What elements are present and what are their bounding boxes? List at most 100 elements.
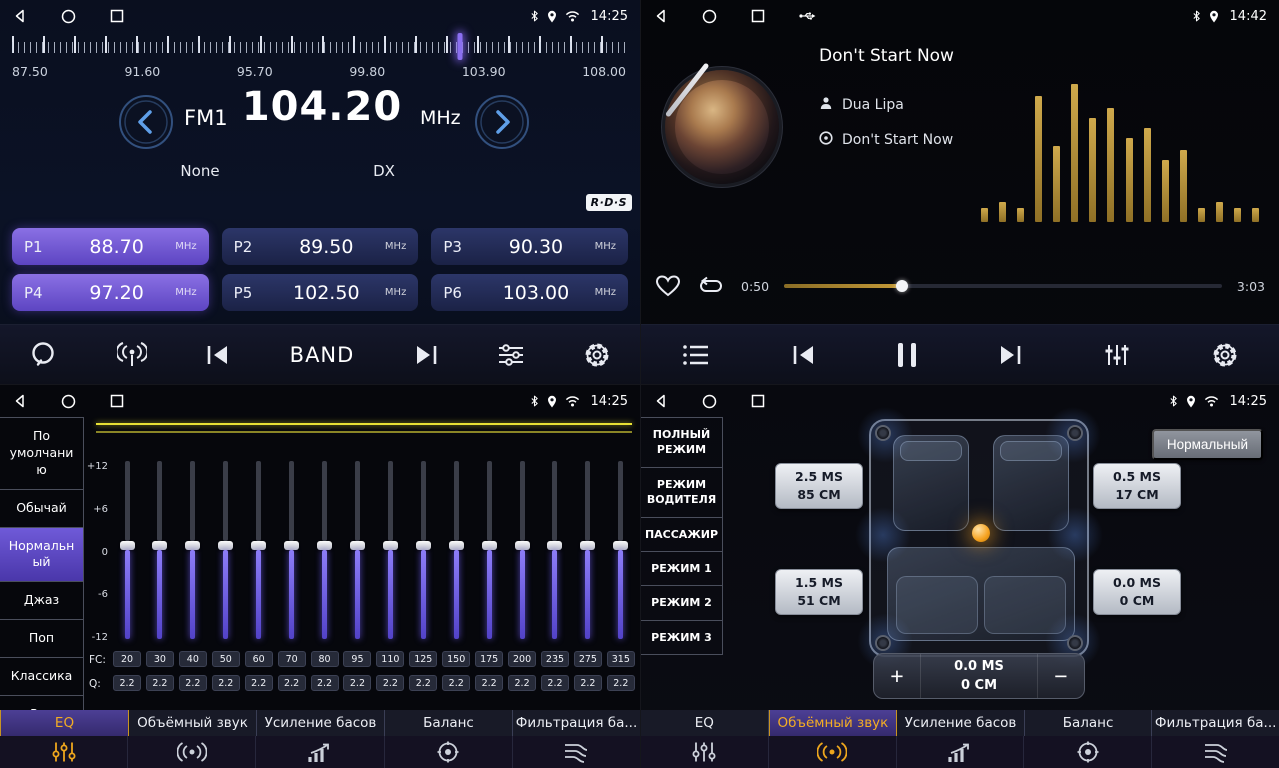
slider-knob[interactable] [515, 541, 530, 550]
preset-button[interactable]: P3 90.30 MHz [431, 228, 628, 265]
listening-position-marker[interactable] [972, 524, 990, 542]
slider-knob[interactable] [218, 541, 233, 550]
eq-preset-item[interactable]: Обычай [0, 490, 83, 528]
recents-icon[interactable] [751, 394, 765, 408]
bottom-tab[interactable]: Усиление басов [257, 710, 385, 736]
tab-icon-filter[interactable] [1152, 736, 1279, 768]
band-slider[interactable] [515, 461, 530, 639]
band-slider[interactable] [317, 461, 332, 639]
band-slider[interactable] [547, 461, 562, 639]
slider-knob[interactable] [547, 541, 562, 550]
sound-preset-badge[interactable]: Нормальный [1152, 429, 1263, 460]
slider-knob[interactable] [580, 541, 595, 550]
tab-icon-balance[interactable] [385, 736, 513, 768]
listening-mode-item[interactable]: РЕЖИМ 3 [641, 621, 722, 655]
band-slider[interactable] [613, 461, 628, 639]
home-icon[interactable] [702, 394, 717, 409]
tab-icon-filter[interactable] [513, 736, 640, 768]
band-slider[interactable] [482, 461, 497, 639]
preset-button[interactable]: P1 88.70 MHz [12, 228, 209, 265]
bottom-tab[interactable]: Фильтрация ба... [1152, 710, 1279, 736]
back-icon[interactable] [653, 393, 668, 409]
bottom-tab[interactable]: Фильтрация ба... [513, 710, 640, 736]
bottom-tab[interactable]: EQ [0, 710, 129, 736]
recents-icon[interactable] [751, 9, 765, 23]
home-icon[interactable] [61, 9, 76, 24]
band-slider[interactable] [185, 461, 200, 639]
frequency-scale[interactable] [12, 36, 626, 58]
tab-icon-eq[interactable] [0, 736, 128, 768]
recents-icon[interactable] [110, 394, 124, 408]
repeat-icon[interactable] [696, 275, 726, 297]
listening-mode-item[interactable]: РЕЖИМ 1 [641, 552, 722, 586]
back-icon[interactable] [12, 393, 27, 409]
settings-gear-icon[interactable] [1211, 341, 1239, 369]
bottom-tab[interactable]: Усиление басов [897, 710, 1025, 736]
band-slider[interactable] [449, 461, 464, 639]
listening-mode-item[interactable]: ПАССАЖИР [641, 518, 722, 552]
eq-preset-item[interactable]: Нормальный [0, 528, 83, 583]
queue-list-icon[interactable] [682, 344, 710, 366]
tune-up-button[interactable] [474, 94, 530, 150]
band-slider[interactable] [251, 461, 266, 639]
bottom-tab[interactable]: Баланс [385, 710, 513, 736]
band-slider[interactable] [284, 461, 299, 639]
band-slider[interactable] [580, 461, 595, 639]
bottom-tab[interactable]: Объёмный звук [769, 710, 898, 736]
preset-button[interactable]: P6 103.00 MHz [431, 274, 628, 311]
listening-mode-item[interactable]: РЕЖИМ ВОДИТЕЛЯ [641, 468, 722, 518]
progress-knob[interactable] [896, 280, 908, 292]
tab-icon-surround[interactable] [128, 736, 256, 768]
rear-left-delay-button[interactable]: 1.5 MS 51 CM [775, 569, 863, 615]
front-right-delay-button[interactable]: 0.5 MS 17 CM [1093, 463, 1181, 509]
pause-icon[interactable] [898, 343, 916, 367]
next-icon[interactable] [997, 343, 1023, 367]
slider-knob[interactable] [482, 541, 497, 550]
slider-knob[interactable] [251, 541, 266, 550]
eq-preset-item[interactable]: Джаз [0, 582, 83, 620]
back-icon[interactable] [12, 8, 27, 24]
rear-right-delay-button[interactable]: 0.0 MS 0 CM [1093, 569, 1181, 615]
slider-knob[interactable] [350, 541, 365, 550]
back-icon[interactable] [653, 8, 668, 24]
previous-icon[interactable] [205, 343, 231, 367]
next-icon[interactable] [413, 343, 439, 367]
band-button[interactable]: BAND [290, 343, 355, 367]
band-slider[interactable] [416, 461, 431, 639]
search-icon[interactable] [29, 340, 59, 370]
mixer-icon[interactable] [1104, 343, 1130, 367]
slider-knob[interactable] [317, 541, 332, 550]
preset-button[interactable]: P4 97.20 MHz [12, 274, 209, 311]
eq-sliders-icon[interactable] [497, 343, 525, 367]
delay-increase-button[interactable]: + [874, 654, 920, 698]
slider-knob[interactable] [449, 541, 464, 550]
tune-down-button[interactable] [118, 94, 174, 150]
band-slider[interactable] [152, 461, 167, 639]
tuning-pointer[interactable] [458, 33, 463, 60]
progress-slider[interactable] [784, 279, 1222, 293]
recents-icon[interactable] [110, 9, 124, 23]
home-icon[interactable] [61, 394, 76, 409]
tab-icon-bass-boost[interactable] [256, 736, 384, 768]
home-icon[interactable] [702, 9, 717, 24]
tab-icon-eq[interactable] [641, 736, 769, 768]
listening-mode-item[interactable]: РЕЖИМ 2 [641, 586, 722, 620]
previous-icon[interactable] [791, 343, 817, 367]
eq-preset-item[interactable]: По умолчанию [0, 418, 83, 490]
band-slider[interactable] [218, 461, 233, 639]
front-left-delay-button[interactable]: 2.5 MS 85 CM [775, 463, 863, 509]
band-slider[interactable] [120, 461, 135, 639]
preset-button[interactable]: P2 89.50 MHz [222, 228, 419, 265]
settings-gear-icon[interactable] [583, 341, 611, 369]
slider-knob[interactable] [120, 541, 135, 550]
favorite-heart-icon[interactable] [655, 274, 681, 298]
delay-decrease-button[interactable]: − [1038, 654, 1084, 698]
slider-knob[interactable] [383, 541, 398, 550]
bottom-tab[interactable]: Объёмный звук [129, 710, 257, 736]
eq-preset-item[interactable]: Поп [0, 620, 83, 658]
tab-icon-surround[interactable] [769, 736, 897, 768]
band-slider[interactable] [383, 461, 398, 639]
broadcast-icon[interactable] [117, 342, 147, 368]
slider-knob[interactable] [185, 541, 200, 550]
tab-icon-balance[interactable] [1024, 736, 1152, 768]
